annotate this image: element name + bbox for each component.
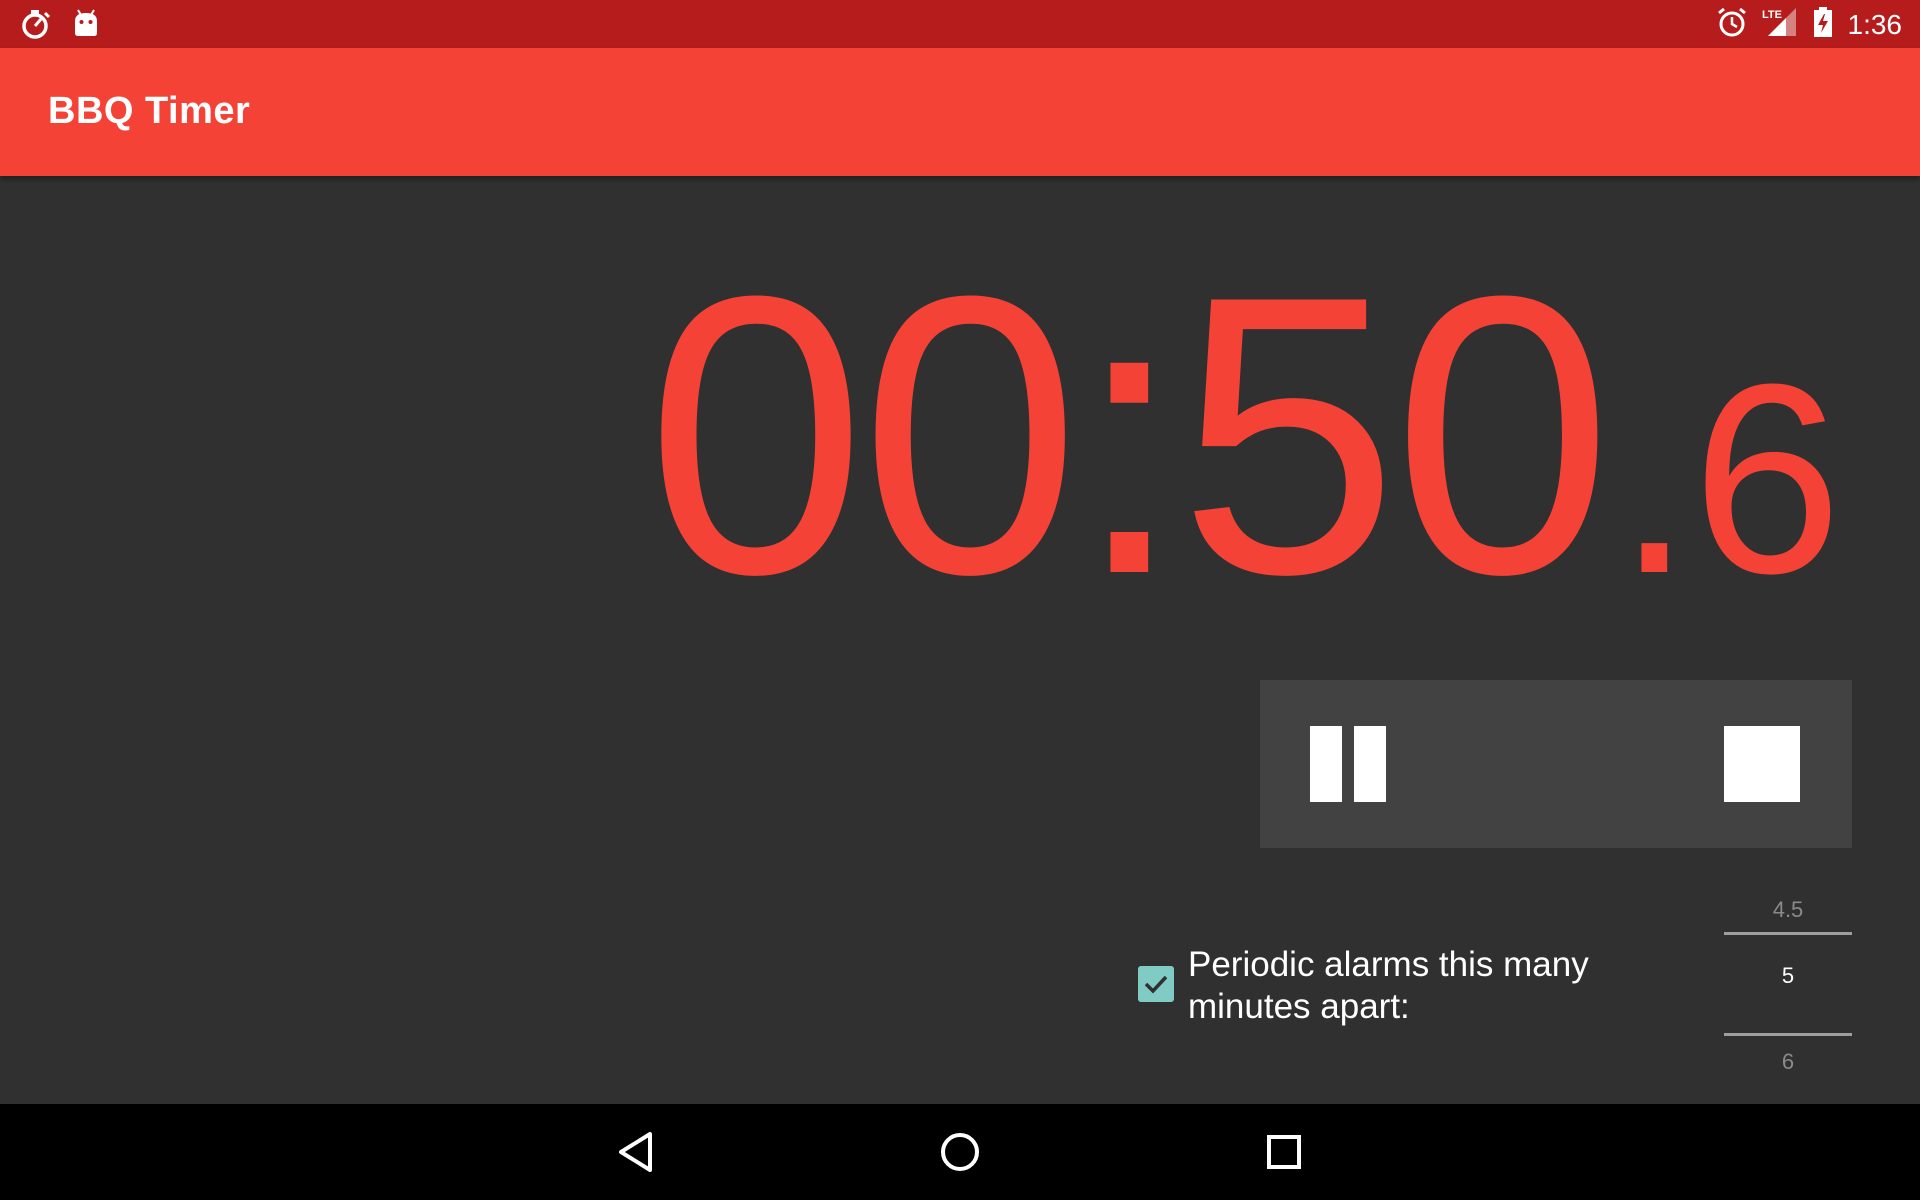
alarm-clock-icon bbox=[1716, 6, 1748, 43]
timer-main-digits: 00:50 bbox=[645, 214, 1613, 656]
picker-current-value[interactable]: 5 bbox=[1724, 946, 1852, 1006]
recents-icon bbox=[1267, 1135, 1301, 1169]
recents-button[interactable] bbox=[1258, 1126, 1310, 1178]
status-time: 1:36 bbox=[1847, 8, 1903, 40]
periodic-alarm-label: Periodic alarms this many minutes apart: bbox=[1188, 944, 1628, 1028]
minutes-picker[interactable]: 4.5 5 6 bbox=[1724, 890, 1852, 1080]
status-right-icons: LTE 1:36 bbox=[1716, 6, 1903, 43]
lte-signal-icon: LTE bbox=[1762, 6, 1798, 43]
android-icon bbox=[72, 9, 100, 44]
status-bar: LTE 1:36 bbox=[0, 0, 1920, 48]
stopwatch-icon bbox=[20, 8, 52, 45]
periodic-alarm-row: Periodic alarms this many minutes apart: bbox=[1138, 944, 1628, 1028]
app-bar: BBQ Timer bbox=[0, 48, 1920, 176]
home-icon bbox=[941, 1133, 979, 1171]
check-icon bbox=[1144, 975, 1168, 994]
pause-button[interactable] bbox=[1300, 714, 1400, 814]
picker-previous-value[interactable]: 4.5 bbox=[1724, 890, 1852, 930]
back-icon bbox=[619, 1132, 652, 1172]
back-button[interactable] bbox=[610, 1126, 662, 1178]
stop-icon bbox=[1724, 726, 1800, 802]
picker-divider-top bbox=[1724, 932, 1852, 935]
stop-button[interactable] bbox=[1712, 714, 1812, 814]
svg-text:LTE: LTE bbox=[1762, 9, 1782, 21]
periodic-alarm-checkbox[interactable] bbox=[1138, 966, 1174, 1002]
timer-fraction-digits: .6 bbox=[1616, 329, 1842, 630]
navigation-bar bbox=[0, 1104, 1920, 1200]
app-title: BBQ Timer bbox=[48, 90, 251, 132]
battery-charging-icon bbox=[1812, 6, 1834, 43]
home-button[interactable] bbox=[934, 1126, 986, 1178]
periodic-alarm-label-line1: Periodic alarms this many bbox=[1188, 945, 1589, 984]
picker-divider-bottom bbox=[1724, 1033, 1852, 1036]
timer-controls bbox=[1260, 680, 1852, 848]
status-left-icons bbox=[20, 8, 100, 45]
picker-next-value[interactable]: 6 bbox=[1724, 1042, 1852, 1082]
timer-display: 00:50 .6 bbox=[645, 214, 1842, 656]
periodic-alarm-label-line2: minutes apart: bbox=[1188, 987, 1410, 1026]
